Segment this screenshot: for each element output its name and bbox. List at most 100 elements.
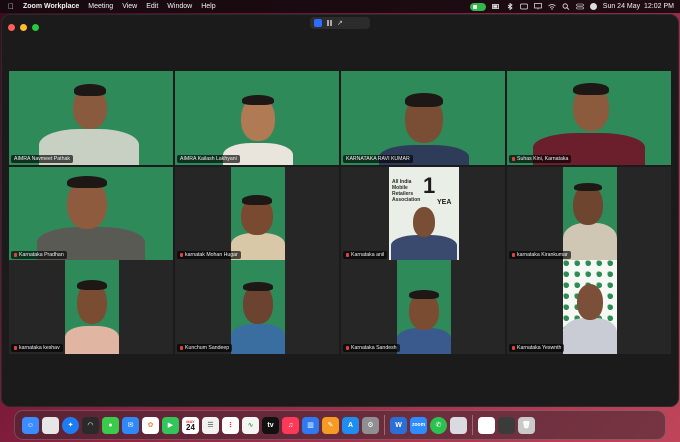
muted-mic-icon [346, 346, 349, 350]
participant-name-label: Karnataka Yeswnth [509, 344, 565, 352]
banner-years: YEA [437, 199, 452, 206]
participant-name-label: AIMRA Navmeet Pathak [11, 155, 73, 163]
freeform-icon[interactable]: ∿ [242, 416, 259, 434]
zoom-window-button[interactable] [32, 24, 39, 31]
macos-dock: ☺ ✦ ◠ ● ✉ ✿ ▶ MAY 24 ☰ ⋮ ∿ tv ♫ ▥ ✎ A ⚙ W… [14, 410, 666, 440]
menubar-clock[interactable]: Sun 24 May 12:02 PM [603, 3, 674, 10]
window-controls [8, 24, 39, 31]
bluetooth-icon[interactable] [506, 3, 514, 10]
zoom-app-icon[interactable]: zoom [410, 416, 427, 434]
participant-body [65, 326, 119, 354]
muted-mic-icon [180, 346, 183, 350]
dock-separator [472, 415, 473, 435]
menu-help[interactable]: Help [201, 3, 215, 10]
zoom-recording-icon[interactable] [469, 2, 486, 11]
webex-icon[interactable]: W [390, 416, 407, 434]
participant-body [231, 324, 285, 354]
participant-body [563, 223, 617, 261]
app-store-icon[interactable]: A [342, 416, 359, 434]
close-window-button[interactable] [8, 24, 15, 31]
arc-browser-icon[interactable]: ◠ [82, 416, 99, 434]
safari-icon[interactable]: ✦ [62, 416, 79, 434]
pages-icon[interactable]: ✎ [322, 416, 339, 434]
menu-meeting[interactable]: Meeting [88, 3, 113, 10]
participant-name-label: Karnataka anil [343, 251, 388, 259]
participant-hair [573, 83, 609, 95]
video-tile[interactable]: AIMRA Kailash Lakhyani [175, 71, 339, 165]
trash-icon[interactable]: 🗑 [518, 416, 535, 434]
participant-name-label: karnatak Mohan Hugar [177, 251, 241, 259]
muted-mic-icon [180, 253, 183, 257]
menu-view[interactable]: View [122, 3, 137, 10]
video-tile[interactable]: karnataka keshav [9, 260, 173, 354]
search-icon[interactable] [562, 3, 570, 10]
preview-icon[interactable] [450, 416, 467, 434]
music-icon[interactable]: ♫ [282, 416, 299, 434]
numbers-icon[interactable]: ▥ [302, 416, 319, 434]
messages-icon[interactable]: ● [102, 416, 119, 434]
wifi-icon[interactable] [548, 3, 556, 10]
participant-face [413, 207, 435, 237]
apple-menu-icon[interactable]:  [8, 2, 14, 11]
participant-name-label: KARNATAKA RAVI KUMAR [343, 155, 413, 163]
video-tile[interactable]: KARNATAKA RAVI KUMAR [341, 71, 505, 165]
participant-face [573, 185, 603, 225]
finder-icon[interactable]: ☺ [22, 416, 39, 434]
participant-hair [242, 95, 274, 105]
launchpad-icon[interactable] [42, 416, 59, 434]
participant-name-label: AIMRA Kailash Lakhyani [177, 155, 240, 163]
video-tile[interactable]: All India Mobile Retailers Association 1… [341, 167, 505, 261]
menu-app-name[interactable]: Zoom Workplace [23, 3, 79, 10]
banner-text: All India Mobile Retailers Association [392, 179, 421, 203]
video-tile[interactable]: Kunchum Sandeep [175, 260, 339, 354]
battery-icon[interactable] [491, 3, 500, 10]
keyboard-icon[interactable] [519, 3, 528, 10]
system-settings-icon[interactable]: ⚙ [362, 416, 379, 434]
mail-icon[interactable]: ✉ [122, 416, 139, 434]
participant-hair [574, 183, 602, 191]
video-tile[interactable]: Suhas Kini, Karnataka [507, 71, 671, 165]
participant-hair [243, 282, 273, 291]
participant-body [563, 318, 617, 354]
video-tile[interactable]: Karnataka Yeswnth [507, 260, 671, 354]
menu-window[interactable]: Window [167, 3, 192, 10]
participant-name-label: karnataka Kirankumar [509, 251, 571, 259]
participant-name-label: Karnataka Sandesh [343, 344, 400, 352]
participant-hair [405, 93, 443, 107]
reminders-icon[interactable]: ⋮ [222, 416, 239, 434]
muted-mic-icon [14, 253, 17, 257]
participant-body [397, 328, 451, 354]
banner-number: 1 [423, 173, 436, 198]
video-tile[interactable]: Karnataka Pradhan [9, 167, 173, 261]
fullscreen-icon[interactable]: ↗ [337, 19, 343, 27]
apple-tv-icon[interactable]: tv [262, 416, 279, 434]
muted-mic-icon [14, 346, 17, 350]
downloads-folder-icon[interactable] [498, 416, 515, 434]
display-icon[interactable] [533, 3, 542, 10]
photos-icon[interactable]: ✿ [142, 416, 159, 434]
participant-hair [74, 84, 106, 96]
minimize-window-button[interactable] [20, 24, 27, 31]
participant-hair [409, 290, 439, 299]
zoom-window: ↗ AIMRA Navmeet Pathak AIMRA Kailash Lak… [2, 15, 678, 406]
facetime-icon[interactable]: ▶ [162, 416, 179, 434]
view-grid-icon[interactable] [327, 20, 332, 26]
video-tile[interactable]: karnataka Kirankumar [507, 167, 671, 261]
user-avatar-icon[interactable] [589, 3, 597, 10]
video-tile[interactable]: AIMRA Navmeet Pathak [9, 71, 173, 165]
contacts-icon[interactable]: ☰ [202, 416, 219, 434]
video-tile[interactable]: karnatak Mohan Hugar [175, 167, 339, 261]
menu-edit[interactable]: Edit [146, 3, 158, 10]
participant-face [577, 284, 603, 320]
calendar-icon[interactable]: MAY 24 [182, 416, 199, 434]
meeting-info-shield-icon[interactable] [314, 19, 322, 27]
muted-mic-icon [512, 253, 515, 257]
document-icon[interactable] [478, 416, 495, 434]
video-tile[interactable]: Karnataka Sandesh [341, 260, 505, 354]
participant-name-label: Kunchum Sandeep [177, 344, 233, 352]
muted-mic-icon [346, 253, 349, 257]
menu-bar:  Zoom Workplace Meeting View Edit Windo… [0, 0, 680, 13]
control-center-icon[interactable] [575, 3, 584, 10]
whatsapp-icon[interactable]: ✆ [430, 416, 447, 434]
participant-name-label: karnataka keshav [11, 344, 63, 352]
